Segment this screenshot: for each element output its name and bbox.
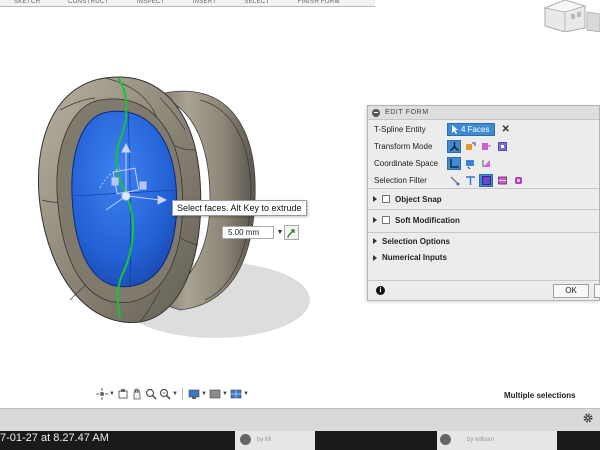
- thumbnail-caption: by wilburn: [467, 437, 495, 443]
- edge-filter-icon[interactable]: [463, 174, 477, 187]
- thumbnail-2: by wilburn: [437, 431, 557, 450]
- world-space-icon[interactable]: [447, 157, 461, 170]
- scale-mode-icon[interactable]: [495, 140, 509, 153]
- expand-triangle-icon[interactable]: [373, 196, 377, 202]
- cancel-button[interactable]: [594, 284, 600, 298]
- bottom-strip: [0, 408, 600, 431]
- coordinate-space-label: Coordinate Space: [374, 159, 439, 168]
- ok-button[interactable]: OK: [553, 284, 589, 298]
- numerical-inputs-section[interactable]: Numerical Inputs: [368, 249, 599, 266]
- viewcube[interactable]: [537, 0, 600, 32]
- cursor-icon: [452, 125, 458, 134]
- multi-transform-icon[interactable]: [447, 140, 461, 153]
- object-snap-checkbox[interactable]: [382, 195, 390, 203]
- zoom-window-icon[interactable]: [158, 387, 171, 400]
- faces-selection-button[interactable]: 4 Faces: [447, 123, 496, 136]
- distance-input[interactable]: 5.00 mm: [222, 226, 274, 239]
- navigation-bar: ▼ ▼ ▼ ▼ ▼: [95, 387, 249, 400]
- panel-header[interactable]: EDIT FORM: [368, 106, 599, 120]
- divider: [182, 387, 183, 400]
- tspline-entity-label: T-Spline Entity: [374, 125, 426, 134]
- thumbnail-caption: by Mi: [257, 437, 272, 443]
- expand-triangle-icon[interactable]: [373, 254, 377, 261]
- transform-mode-label: Transform Mode: [374, 142, 433, 151]
- translate-mode-icon[interactable]: [463, 140, 477, 153]
- move-arrow-icon: [287, 229, 295, 238]
- selection-filter-row: Selection Filter: [374, 174, 525, 187]
- soft-modification-label: Soft Modification: [395, 215, 460, 225]
- solid-filter-icon[interactable]: [511, 174, 525, 187]
- visual-style-icon[interactable]: [208, 387, 221, 400]
- soft-modification-section[interactable]: Soft Modification: [368, 209, 599, 230]
- chevron-down-icon[interactable]: ▼: [109, 391, 115, 397]
- desktop-background: 7-01-27 at 8.27.47 AM by Mi by wilburn: [0, 431, 600, 450]
- object-snap-label: Object Snap: [395, 194, 442, 204]
- chevron-down-icon[interactable]: ▼: [222, 391, 228, 397]
- chevron-down-icon[interactable]: ▼: [243, 391, 249, 397]
- selection-options-section[interactable]: Selection Options: [368, 232, 599, 249]
- soft-modification-checkbox[interactable]: [382, 216, 390, 224]
- collapse-icon[interactable]: [372, 108, 380, 117]
- tspline-entity-row: T-Spline Entity 4 Faces ✕: [374, 123, 510, 136]
- gear-icon[interactable]: [582, 412, 594, 424]
- info-icon[interactable]: i: [376, 286, 385, 295]
- avatar: [440, 434, 451, 445]
- clear-selection-icon[interactable]: ✕: [501, 124, 509, 135]
- face-filter-icon[interactable]: [479, 174, 493, 187]
- numerical-inputs-label: Numerical Inputs: [382, 253, 447, 262]
- zoom-icon[interactable]: [144, 387, 157, 400]
- expand-triangle-icon[interactable]: [373, 238, 377, 244]
- grid-settings-icon[interactable]: [229, 387, 242, 400]
- orbit-icon[interactable]: [95, 387, 108, 400]
- avatar: [240, 434, 251, 445]
- rotate-mode-icon[interactable]: [479, 140, 493, 153]
- look-at-icon[interactable]: [116, 387, 129, 400]
- viewport-tooltip: Select faces. Alt Key to extrude: [172, 200, 307, 216]
- selection-filter-label: Selection Filter: [374, 176, 427, 185]
- panel-title: EDIT FORM: [385, 109, 429, 116]
- chevron-down-icon[interactable]: ▼: [172, 391, 178, 397]
- selection-options-label: Selection Options: [382, 236, 451, 246]
- expand-triangle-icon[interactable]: [373, 217, 377, 223]
- design-canvas[interactable]: SKETCH CONSTRUCT INSPECT INSERT SELECT F…: [0, 0, 600, 408]
- vertex-filter-icon[interactable]: [447, 174, 461, 187]
- thumbnail-1: by Mi: [235, 431, 315, 450]
- transform-mode-row: Transform Mode: [374, 140, 509, 153]
- tspline-model[interactable]: [0, 0, 360, 360]
- display-settings-icon[interactable]: [187, 387, 200, 400]
- chevron-down-icon[interactable]: ▼: [201, 391, 207, 397]
- object-snap-section[interactable]: Object Snap: [368, 188, 599, 209]
- status-text: Multiple selections: [504, 391, 576, 400]
- coordinate-space-row: Coordinate Space: [374, 157, 493, 170]
- panel-footer: i OK: [368, 280, 600, 300]
- view-space-icon[interactable]: [463, 157, 477, 170]
- edit-form-panel: EDIT FORM T-Spline Entity 4 Faces ✕ Tran…: [367, 105, 600, 301]
- pan-icon[interactable]: [130, 387, 143, 400]
- local-space-icon[interactable]: [479, 157, 493, 170]
- selection-count: 4 Faces: [461, 125, 490, 134]
- body-filter-icon[interactable]: [495, 174, 509, 187]
- distance-apply-button[interactable]: [284, 225, 299, 240]
- screenshot-filename-fragment: 7-01-27 at 8.27.47 AM: [0, 432, 109, 444]
